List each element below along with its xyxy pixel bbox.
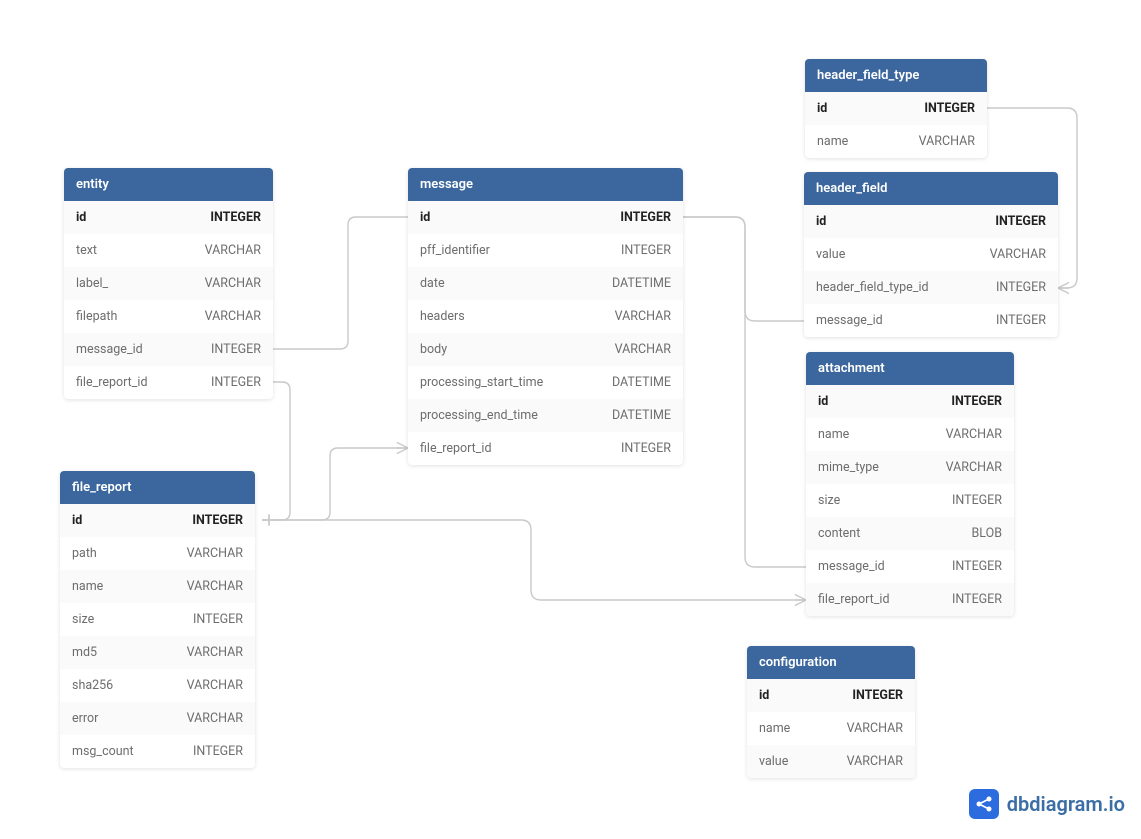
table-row[interactable]: bodyVARCHAR <box>408 333 683 366</box>
table-row[interactable]: nameVARCHAR <box>806 418 1014 451</box>
table-row[interactable]: idINTEGER <box>64 201 273 234</box>
table-row[interactable]: file_report_idINTEGER <box>806 583 1014 616</box>
table-row[interactable]: idINTEGER <box>806 385 1014 418</box>
table-row[interactable]: label_VARCHAR <box>64 267 273 300</box>
table-row[interactable]: file_report_idINTEGER <box>408 432 683 465</box>
table-row[interactable]: idINTEGER <box>747 679 915 712</box>
table-row[interactable]: contentBLOB <box>806 517 1014 550</box>
table-row[interactable]: pff_identifierINTEGER <box>408 234 683 267</box>
table-row[interactable]: nameVARCHAR <box>805 125 987 158</box>
table-title: configuration <box>747 646 915 679</box>
table-configuration[interactable]: configuration idINTEGER nameVARCHAR valu… <box>747 646 915 778</box>
table-row[interactable]: headersVARCHAR <box>408 300 683 333</box>
table-message[interactable]: message idINTEGER pff_identifierINTEGER … <box>408 168 683 465</box>
table-title: entity <box>64 168 273 201</box>
table-title: message <box>408 168 683 201</box>
table-row[interactable]: idINTEGER <box>805 92 987 125</box>
table-row[interactable]: textVARCHAR <box>64 234 273 267</box>
table-title: header_field <box>804 172 1058 205</box>
diagram-canvas[interactable]: header_field_type idINTEGER nameVARCHAR … <box>0 0 1141 839</box>
table-row[interactable]: sizeINTEGER <box>806 484 1014 517</box>
table-row[interactable]: header_field_type_idINTEGER <box>804 271 1058 304</box>
table-title: header_field_type <box>805 59 987 92</box>
table-row[interactable]: sizeINTEGER <box>60 603 255 636</box>
table-row[interactable]: valueVARCHAR <box>804 238 1058 271</box>
table-title: file_report <box>60 471 255 504</box>
table-row[interactable]: idINTEGER <box>804 205 1058 238</box>
table-row[interactable]: message_idINTEGER <box>806 550 1014 583</box>
table-row[interactable]: errorVARCHAR <box>60 702 255 735</box>
share-icon <box>969 789 999 819</box>
table-row[interactable]: idINTEGER <box>408 201 683 234</box>
table-row[interactable]: mime_typeVARCHAR <box>806 451 1014 484</box>
table-entity[interactable]: entity idINTEGER textVARCHAR label_VARCH… <box>64 168 273 399</box>
table-header-field[interactable]: header_field idINTEGER valueVARCHAR head… <box>804 172 1058 337</box>
table-row[interactable]: valueVARCHAR <box>747 745 915 778</box>
table-row[interactable]: nameVARCHAR <box>60 570 255 603</box>
table-row[interactable]: processing_end_timeDATETIME <box>408 399 683 432</box>
brand-logo: dbdiagram.io <box>969 789 1125 819</box>
table-row[interactable]: dateDATETIME <box>408 267 683 300</box>
table-file-report[interactable]: file_report idINTEGER pathVARCHAR nameVA… <box>60 471 255 768</box>
table-row[interactable]: file_report_idINTEGER <box>64 366 273 399</box>
table-header-field-type[interactable]: header_field_type idINTEGER nameVARCHAR <box>805 59 987 158</box>
brand-text: dbdiagram.io <box>1007 792 1125 816</box>
table-row[interactable]: processing_start_timeDATETIME <box>408 366 683 399</box>
table-row[interactable]: message_idINTEGER <box>804 304 1058 337</box>
table-row[interactable]: md5VARCHAR <box>60 636 255 669</box>
table-row[interactable]: nameVARCHAR <box>747 712 915 745</box>
table-row[interactable]: message_idINTEGER <box>64 333 273 366</box>
table-row[interactable]: filepathVARCHAR <box>64 300 273 333</box>
table-row[interactable]: msg_countINTEGER <box>60 735 255 768</box>
table-row[interactable]: idINTEGER <box>60 504 255 537</box>
table-row[interactable]: pathVARCHAR <box>60 537 255 570</box>
table-attachment[interactable]: attachment idINTEGER nameVARCHAR mime_ty… <box>806 352 1014 616</box>
table-title: attachment <box>806 352 1014 385</box>
table-row[interactable]: sha256VARCHAR <box>60 669 255 702</box>
